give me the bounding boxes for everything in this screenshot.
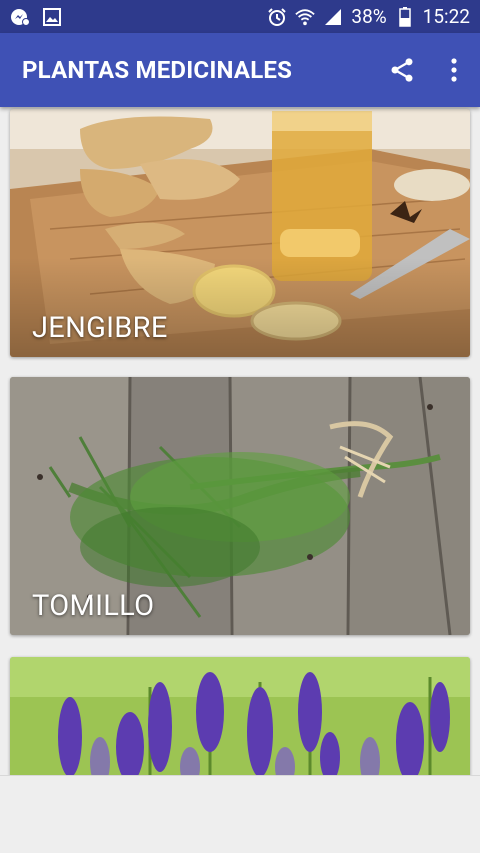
share-icon <box>391 58 413 82</box>
messenger-icon <box>10 7 30 27</box>
battery-icon <box>395 6 415 27</box>
plant-name: TOMILLO <box>32 589 155 623</box>
plant-card-partial[interactable] <box>10 657 470 775</box>
lavender-image <box>10 657 470 775</box>
app-title: PLANTAS MEDICINALES <box>22 56 293 84</box>
image-icon <box>42 7 62 27</box>
plant-name: JENGIBRE <box>32 311 168 345</box>
share-button[interactable] <box>376 42 428 98</box>
bottom-area <box>0 775 480 853</box>
more-vert-icon <box>451 58 457 82</box>
app-bar: PLANTAS MEDICINALES <box>0 33 480 107</box>
overflow-menu-button[interactable] <box>428 42 480 98</box>
alarm-icon <box>267 7 287 27</box>
plant-card-jengibre[interactable]: JENGIBRE <box>10 109 470 357</box>
plant-card-tomillo[interactable]: TOMILLO <box>10 377 470 635</box>
plant-list[interactable]: JENGIBRE TOMILLO <box>0 107 480 775</box>
signal-icon <box>323 7 343 27</box>
battery-percent: 38% <box>351 5 387 28</box>
clock: 15:22 <box>422 5 470 28</box>
status-bar: 38% 15:22 <box>0 0 480 33</box>
wifi-icon <box>295 7 316 27</box>
